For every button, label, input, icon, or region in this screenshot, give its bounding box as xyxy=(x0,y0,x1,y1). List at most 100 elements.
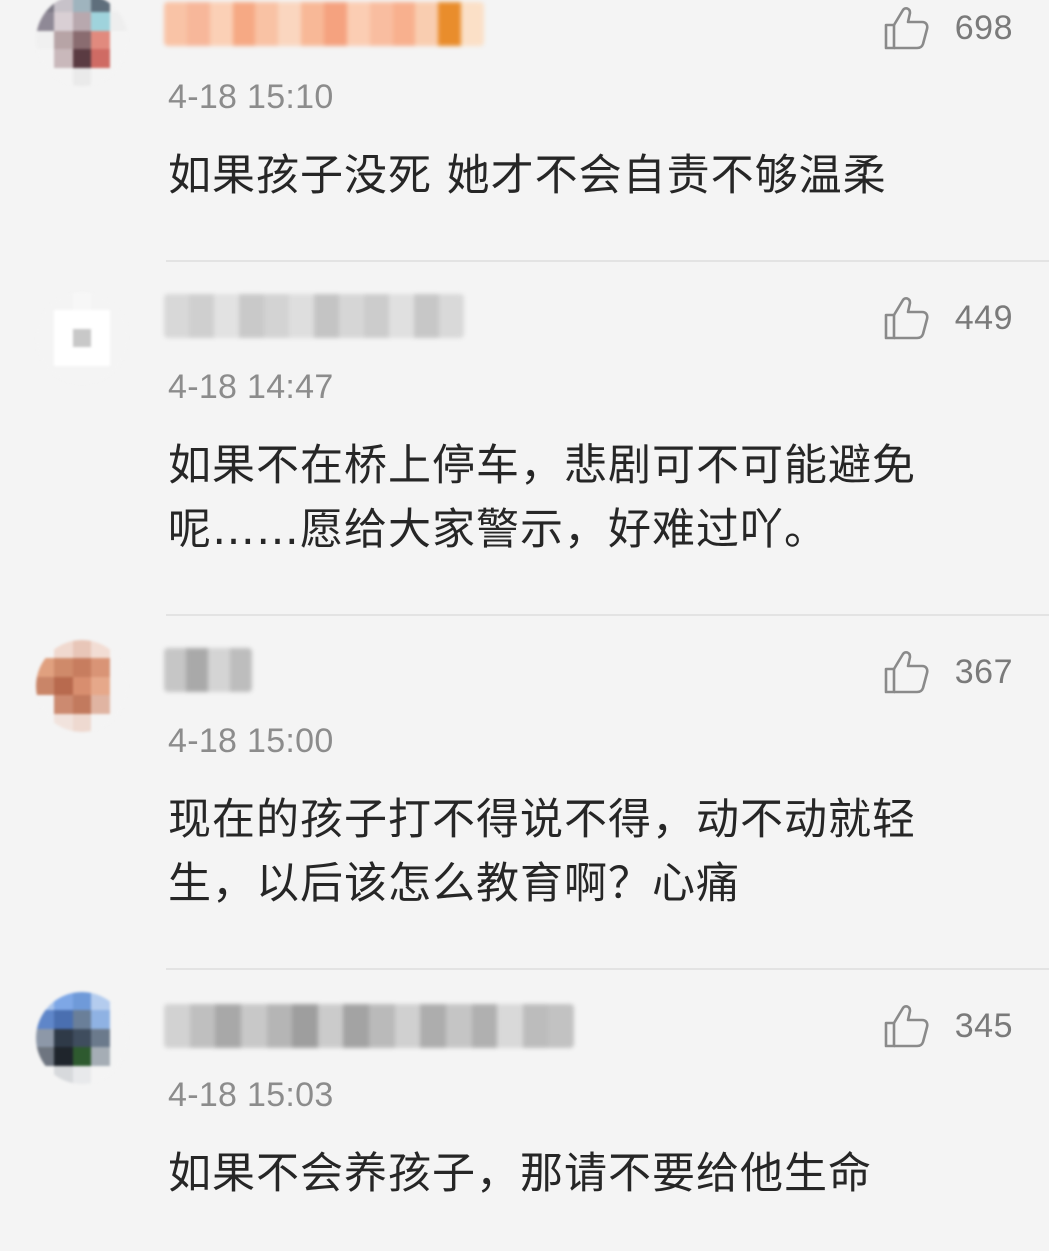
avatar-pixel xyxy=(54,640,73,659)
like-count: 367 xyxy=(954,652,1013,691)
username-pixel xyxy=(548,1004,574,1048)
avatar-pixel xyxy=(72,1010,92,1029)
avatar-pixel xyxy=(36,67,55,86)
avatar-pixel xyxy=(91,992,110,1011)
avatar-pixel xyxy=(36,992,55,1011)
avatar-pixel xyxy=(91,713,110,732)
like-button[interactable]: 367 xyxy=(883,650,1013,694)
avatar-pixel xyxy=(109,49,128,68)
avatar-pixel xyxy=(109,30,128,50)
username-pixel xyxy=(164,294,189,338)
avatar-pixel xyxy=(91,67,110,86)
avatar-pixel xyxy=(72,365,92,384)
avatar-pixel xyxy=(109,1047,128,1066)
comment-text: 现在的孩子打不得说不得，动不动就轻生，以后该怎么教育啊？心痛 xyxy=(168,795,916,909)
username-pixel xyxy=(164,1004,190,1048)
like-button[interactable]: 449 xyxy=(883,296,1013,340)
divider xyxy=(166,614,1049,616)
avatar-pixel xyxy=(91,1047,110,1066)
avatar-pixel xyxy=(54,713,73,732)
avatar-pixel xyxy=(109,695,128,714)
avatar-pixel xyxy=(109,1010,128,1029)
username-pixel xyxy=(317,1004,344,1048)
avatar-pixel xyxy=(91,30,110,50)
avatar-pixel xyxy=(91,49,110,68)
comment-text: 如果不在桥上停车，悲剧可不可能避免呢……愿给大家警示，好难过吖。 xyxy=(168,441,916,555)
avatar[interactable] xyxy=(36,292,128,384)
avatar-pixel xyxy=(72,1028,92,1048)
username-blurred[interactable] xyxy=(164,2,484,46)
username-pixel xyxy=(255,2,279,46)
avatar[interactable] xyxy=(36,0,128,86)
avatar-pixel xyxy=(109,713,128,732)
avatar-pixel xyxy=(54,12,73,31)
username-pixel xyxy=(522,1004,549,1048)
like-button[interactable]: 345 xyxy=(883,1004,1013,1048)
avatar-pixel xyxy=(91,365,110,384)
avatar-pixel xyxy=(72,347,92,366)
username-pixel xyxy=(343,1004,369,1048)
avatar-pixel xyxy=(72,12,92,31)
avatar-pixel xyxy=(54,67,73,86)
username-pixel xyxy=(369,1004,395,1048)
avatar-pixel xyxy=(72,310,92,329)
avatar-pixel xyxy=(109,1028,128,1048)
avatar-pixel xyxy=(72,328,92,348)
avatar-pixel xyxy=(54,1047,73,1066)
avatar-pixel xyxy=(72,1047,92,1066)
avatar-pixel xyxy=(72,695,92,714)
comment-text: 如果孩子没死 她才不会自责不够温柔 xyxy=(168,151,887,201)
avatar-pixel xyxy=(36,310,55,329)
comment-feed: 698 4-18 15:10 如果孩子没死 她才不会自责不够温柔 449 4-1… xyxy=(0,0,1049,1251)
divider xyxy=(166,968,1049,970)
thumbs-up-icon xyxy=(884,1005,929,1048)
avatar-pixel xyxy=(109,1065,128,1084)
avatar-pixel xyxy=(36,365,55,384)
avatar-pixel xyxy=(54,49,73,68)
avatar-pixel xyxy=(36,1065,55,1084)
avatar-pixel xyxy=(54,1028,73,1048)
username-pixel xyxy=(292,1004,318,1048)
username-blurred[interactable] xyxy=(164,294,464,338)
username-pixel xyxy=(445,1004,472,1048)
avatar-pixel xyxy=(91,695,110,714)
avatar[interactable] xyxy=(36,640,128,732)
avatar-pixel xyxy=(72,992,92,1011)
avatar-pixel xyxy=(91,1010,110,1029)
avatar-pixel xyxy=(109,310,128,329)
username-pixel xyxy=(392,2,416,46)
avatar-pixel xyxy=(109,67,128,86)
avatar[interactable] xyxy=(36,992,128,1084)
username-pixel xyxy=(189,294,214,338)
thumbs-up-icon xyxy=(884,297,929,340)
avatar-pixel xyxy=(91,1065,110,1084)
avatar-pixel xyxy=(72,292,92,311)
avatar-pixel xyxy=(54,292,73,311)
avatar-pixel xyxy=(72,640,92,659)
avatar-pixel xyxy=(36,347,55,366)
username-pixel xyxy=(439,294,464,338)
like-count: 449 xyxy=(954,298,1013,337)
avatar-pixel xyxy=(72,49,92,68)
avatar-pixel xyxy=(109,658,128,677)
avatar-pixel xyxy=(36,49,55,68)
username-pixel xyxy=(289,294,314,338)
avatar-pixel xyxy=(91,328,110,348)
comment-timestamp: 4-18 15:00 xyxy=(168,722,334,760)
username-pixel xyxy=(471,1004,498,1048)
avatar-pixel xyxy=(91,12,110,31)
username-blurred[interactable] xyxy=(164,648,252,692)
username-pixel xyxy=(414,294,439,338)
avatar-pixel xyxy=(54,310,73,329)
avatar-pixel xyxy=(109,292,128,311)
avatar-pixel xyxy=(91,658,110,677)
username-blurred[interactable] xyxy=(164,1004,574,1048)
username-pixel xyxy=(186,2,210,46)
comment-timestamp: 4-18 15:10 xyxy=(168,78,334,116)
like-button[interactable]: 698 xyxy=(883,6,1013,50)
avatar-pixel xyxy=(109,12,128,31)
avatar-pixel xyxy=(36,292,55,311)
avatar-pixel xyxy=(54,1010,73,1029)
username-pixel xyxy=(266,1004,293,1048)
comment-text: 如果不会养孩子，那请不要给他生命 xyxy=(168,1149,872,1199)
